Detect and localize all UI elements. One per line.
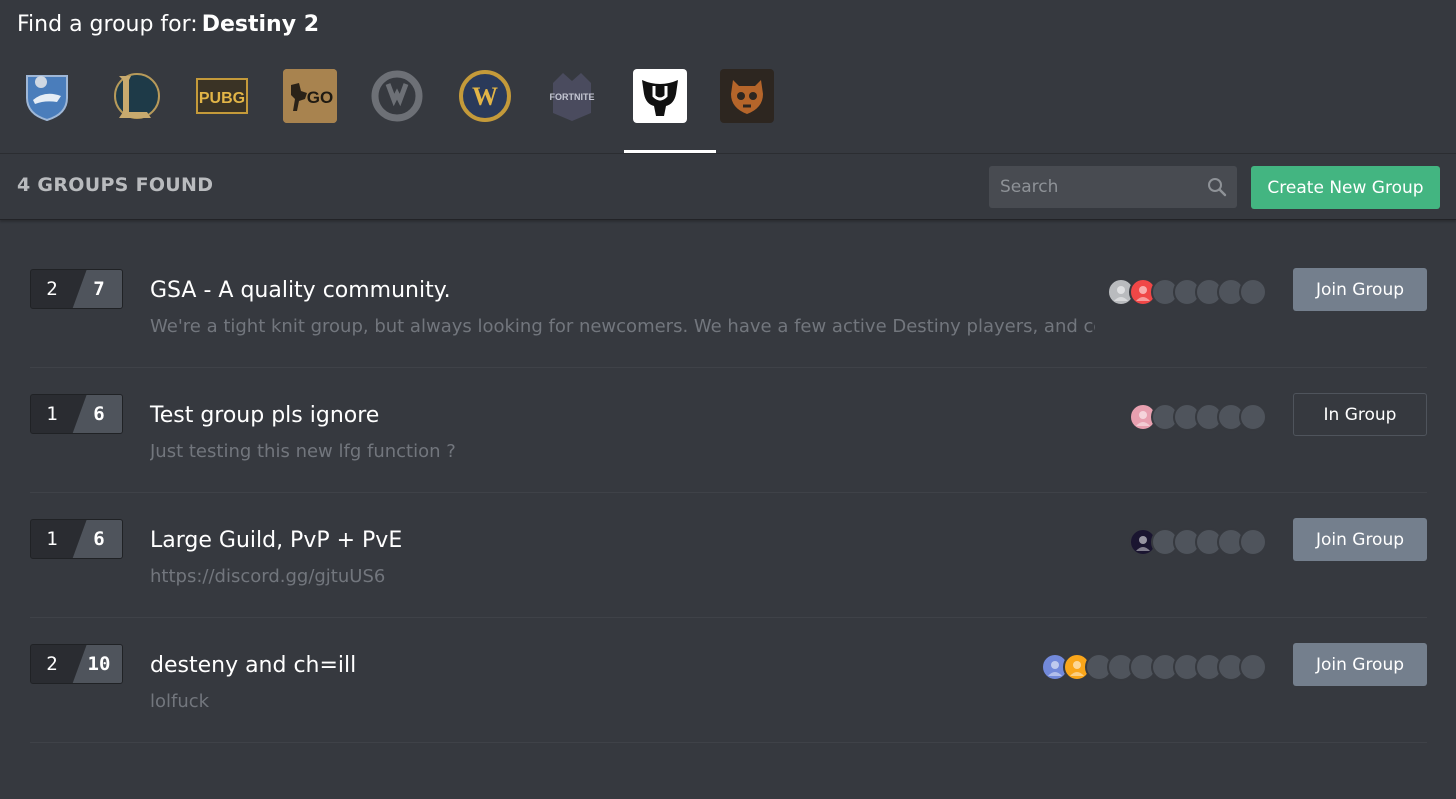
current-members: 2	[46, 278, 58, 300]
selected-game-name: Destiny 2	[201, 12, 320, 37]
game-tab-rocket-league[interactable]	[16, 66, 104, 153]
game-tab-world-of-warcraft[interactable]: W	[454, 66, 542, 153]
svg-text:GO: GO	[306, 88, 332, 107]
search-box[interactable]	[989, 166, 1237, 208]
group-row: 1 6 Test group pls ignore Just testing t…	[30, 368, 1427, 493]
groups-toolbar: 4 GROUPS FOUND Create New Group	[0, 153, 1456, 220]
game-selector: PUBG GO W FORTNITE	[16, 66, 804, 153]
header: Find a group for: Destiny 2 PUBG GO W FO…	[0, 0, 1456, 153]
member-count: 1 6	[30, 519, 123, 559]
csgo-icon: GO	[282, 69, 337, 123]
wow-icon: W	[458, 69, 512, 123]
group-description: Just testing this new lfg function ?	[150, 441, 456, 462]
overwatch-icon	[370, 69, 424, 123]
group-name: desteny and ch=ill	[150, 653, 357, 678]
max-members: 6	[93, 528, 105, 550]
pubg-icon: PUBG	[195, 69, 249, 123]
member-avatars	[1129, 403, 1267, 431]
join-group-button[interactable]: Join Group	[1293, 643, 1427, 686]
game-tab-destiny-2[interactable]	[623, 66, 716, 153]
league-of-legends-icon	[108, 69, 162, 123]
game-tab-overwatch[interactable]	[366, 66, 454, 153]
member-avatars	[1041, 653, 1267, 681]
max-members: 7	[93, 278, 105, 300]
game-tab-fortnite[interactable]: FORTNITE	[541, 66, 629, 153]
member-avatars	[1129, 528, 1267, 556]
group-row: 1 6 Large Guild, PvP + PvE https://disco…	[30, 493, 1427, 618]
join-group-button[interactable]: Join Group	[1293, 268, 1427, 311]
empty-member-slot	[1239, 528, 1267, 556]
fortnite-icon: FORTNITE	[545, 69, 599, 123]
join-group-button[interactable]: Join Group	[1293, 518, 1427, 561]
group-description: https://discord.gg/gjtuUS6	[150, 566, 386, 587]
groups-found-count: 4 GROUPS FOUND	[17, 174, 214, 196]
group-description: lolfuck	[150, 691, 210, 712]
member-count: 1 6	[30, 394, 123, 434]
game-tab-league-of-legends[interactable]	[104, 66, 192, 153]
current-members: 1	[46, 403, 58, 425]
destiny-icon	[632, 69, 687, 123]
svg-text:PUBG: PUBG	[199, 90, 245, 107]
group-row: 2 7 GSA - A quality community. We're a t…	[30, 243, 1427, 368]
game-tab-csgo[interactable]: GO	[279, 66, 367, 153]
svg-text:W: W	[472, 82, 498, 111]
current-members: 2	[46, 653, 58, 675]
current-members: 1	[46, 528, 58, 550]
in-group-button[interactable]: In Group	[1293, 393, 1427, 436]
rocket-league-icon	[20, 69, 74, 123]
group-name: Test group pls ignore	[150, 403, 380, 428]
empty-member-slot	[1239, 403, 1267, 431]
skull-icon	[720, 69, 774, 123]
max-members: 10	[87, 653, 111, 675]
page-title: Find a group for: Destiny 2	[17, 12, 319, 37]
max-members: 6	[93, 403, 105, 425]
search-input[interactable]	[989, 166, 1210, 208]
member-count: 2 7	[30, 269, 123, 309]
group-name: Large Guild, PvP + PvE	[150, 528, 403, 553]
game-tab-paladins[interactable]	[716, 66, 804, 153]
member-count: 2 10	[30, 644, 123, 684]
search-icon	[1208, 178, 1227, 197]
svg-text:FORTNITE: FORTNITE	[550, 92, 595, 102]
group-list: 2 7 GSA - A quality community. We're a t…	[30, 243, 1427, 743]
empty-member-slot	[1239, 278, 1267, 306]
game-tab-pubg[interactable]: PUBG	[191, 66, 279, 153]
create-new-group-button[interactable]: Create New Group	[1251, 166, 1440, 209]
empty-member-slot	[1239, 653, 1267, 681]
member-avatars	[1107, 278, 1267, 306]
group-description: We're a tight knit group, but always loo…	[150, 316, 1095, 337]
group-name: GSA - A quality community.	[150, 278, 451, 303]
group-row: 2 10 desteny and ch=ill lolfuck Join Gro…	[30, 618, 1427, 743]
title-prefix: Find a group for:	[17, 12, 198, 37]
